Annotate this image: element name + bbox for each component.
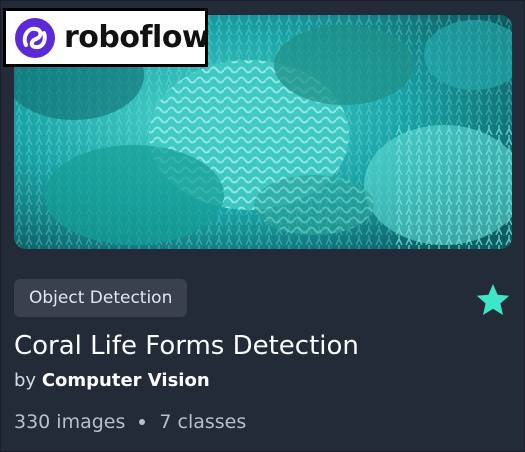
- project-byline: by Computer Vision: [14, 370, 210, 391]
- classes-count: 7 classes: [159, 411, 247, 433]
- by-prefix: by: [14, 370, 37, 391]
- project-card[interactable]: roboflow Object Detection Coral Life For…: [0, 0, 525, 452]
- project-title[interactable]: Coral Life Forms Detection: [14, 331, 359, 361]
- images-count: 330 images: [14, 411, 126, 433]
- roboflow-logo-badge: roboflow: [3, 8, 210, 67]
- project-type-badge: Object Detection: [14, 279, 188, 317]
- separator-dot-icon: [139, 419, 146, 425]
- roboflow-logo-icon: [15, 17, 55, 58]
- roboflow-logo-text: roboflow: [64, 20, 210, 55]
- project-author-link[interactable]: Computer Vision: [42, 370, 210, 391]
- star-icon[interactable]: [475, 283, 511, 317]
- project-stats: 330 images 7 classes: [14, 411, 246, 433]
